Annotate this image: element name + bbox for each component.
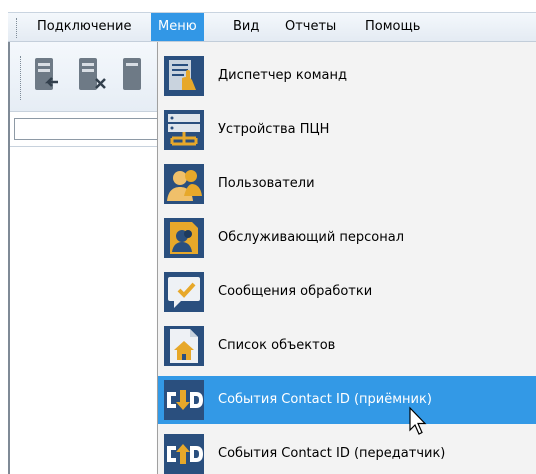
menu-reports[interactable]: Отчеты	[278, 13, 343, 41]
contact-id-transmitter-icon	[164, 434, 204, 474]
menubar-grip[interactable]	[16, 18, 19, 38]
server-remove-icon[interactable]	[76, 54, 112, 98]
toolbar	[10, 42, 160, 112]
processing-messages-icon	[164, 272, 204, 312]
menu-item-label: Сообщения обработки	[218, 284, 373, 299]
menu-item-contact-id-receiver[interactable]: События Contact ID (приёмник)	[158, 376, 536, 424]
mouse-cursor-icon	[409, 406, 427, 435]
menu-item-label: Пользователи	[218, 176, 315, 191]
service-staff-icon	[164, 218, 204, 258]
menu-item-command-dispatcher[interactable]: Диспетчер команд	[158, 52, 536, 100]
disconnect-icon[interactable]	[32, 54, 68, 98]
menubar: Подключение Меню Вид Отчеты Помощь	[8, 12, 536, 42]
menu-dropdown: Диспетчер команд Устройства ПЦН Пользова…	[157, 42, 536, 474]
users-icon	[164, 164, 204, 204]
menu-item-label: Обслуживающий персонал	[218, 230, 405, 245]
contact-id-receiver-icon	[164, 380, 204, 420]
menu-item-users[interactable]: Пользователи	[158, 160, 536, 208]
menu-item-label: Список объектов	[218, 338, 336, 353]
toolbar-grip[interactable]	[20, 56, 23, 100]
server-user-icon[interactable]	[120, 54, 156, 98]
menu-item-label: Диспетчер команд	[218, 68, 347, 83]
menu-item-label: Устройства ПЦН	[218, 122, 330, 137]
tree-pane[interactable]	[10, 146, 160, 474]
menu-item-service-staff[interactable]: Обслуживающий персонал	[158, 214, 536, 262]
menu-item-object-list[interactable]: Список объектов	[158, 322, 536, 370]
menu-connection[interactable]: Подключение	[30, 13, 138, 41]
filter-input[interactable]	[14, 118, 164, 140]
menu-item-label: События Contact ID (передатчик)	[218, 446, 446, 461]
object-list-icon	[164, 326, 204, 366]
menu-menu[interactable]: Меню	[151, 13, 204, 41]
menu-view[interactable]: Вид	[226, 13, 266, 41]
command-dispatcher-icon	[164, 56, 204, 96]
menu-item-processing-messages[interactable]: Сообщения обработки	[158, 268, 536, 316]
menu-item-devices[interactable]: Устройства ПЦН	[158, 106, 536, 154]
server-devices-icon	[164, 110, 204, 150]
menu-item-label: События Contact ID (приёмник)	[218, 392, 432, 407]
menu-help[interactable]: Помощь	[358, 13, 427, 41]
menu-item-contact-id-transmitter[interactable]: События Contact ID (передатчик)	[158, 430, 536, 474]
